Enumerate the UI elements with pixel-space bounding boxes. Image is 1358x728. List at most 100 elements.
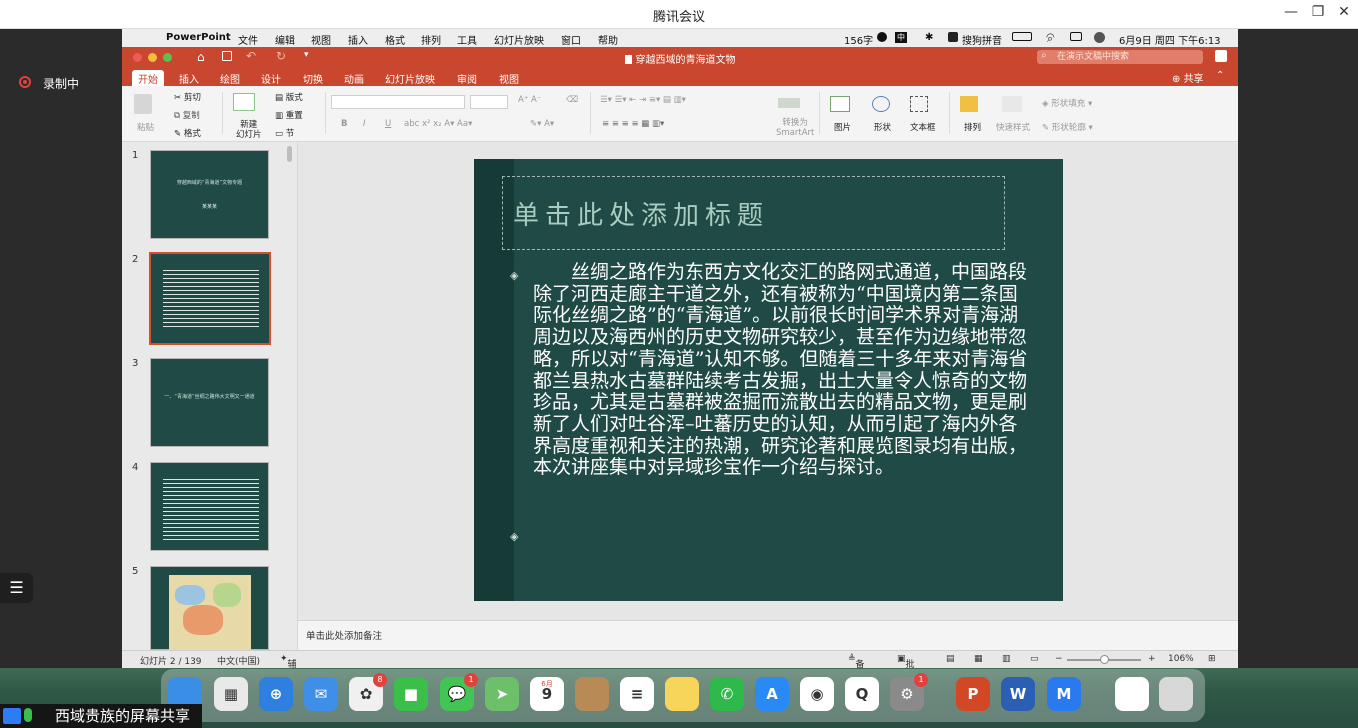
copy-button[interactable]: ⧉ 复制	[174, 109, 200, 121]
title-placeholder[interactable]: 单击此处添加标题	[502, 176, 1005, 250]
slide-thumbnail-2[interactable]	[149, 252, 271, 345]
shape-icon[interactable]	[872, 96, 890, 112]
record-icon[interactable]	[19, 76, 31, 88]
menu-window[interactable]: 窗口	[561, 32, 581, 47]
list-icon[interactable]: ☰	[0, 573, 33, 603]
control-center-icon[interactable]	[1070, 32, 1082, 41]
slide-thumbnail-3[interactable]: 一、“青海道”丝绸之路伟大文明又一通道	[150, 358, 269, 447]
wechat-icon[interactable]: ✆	[710, 677, 744, 711]
search-icon[interactable]: ⌕	[1047, 32, 1053, 46]
share-button[interactable]: ⊕ 共享	[1172, 70, 1204, 85]
notes-toggle[interactable]: ≜ 备注	[848, 654, 865, 683]
zoom-out-icon[interactable]: −	[1055, 654, 1063, 664]
mic-icon[interactable]	[24, 708, 32, 722]
slideshow-view-icon[interactable]: ▭	[1030, 654, 1039, 664]
text-effects-icons[interactable]: abc x² x₂ A▾ Aa▾	[404, 119, 472, 129]
bluetooth-icon[interactable]: ✱	[925, 32, 933, 43]
notes-pane[interactable]: 单击此处添加备注	[298, 620, 1238, 650]
restore-button[interactable]: ❐	[1308, 4, 1328, 20]
shape-outline-button[interactable]: ✎ 形状轮廓 ▾	[1042, 121, 1093, 133]
word-icon[interactable]: W	[1001, 677, 1035, 711]
siri-icon[interactable]	[1094, 32, 1105, 43]
accessibility-status[interactable]: ✦ 辅助功能: 调查	[280, 654, 300, 728]
fit-window-icon[interactable]: ⊞	[1208, 654, 1216, 664]
contacts-icon[interactable]	[575, 677, 609, 711]
mail-icon[interactable]: ✉	[304, 677, 338, 711]
tab-draw[interactable]: 绘图	[214, 70, 246, 87]
slide-title[interactable]: 单击此处添加标题	[513, 195, 769, 232]
tencent-meeting-icon[interactable]: M	[1047, 677, 1081, 711]
reminders-icon[interactable]: ≡	[620, 677, 654, 711]
textbox-icon[interactable]	[910, 96, 928, 112]
paste-icon[interactable]	[134, 94, 152, 114]
clear-format-icon[interactable]: ⌫	[566, 95, 578, 105]
align-icons[interactable]: ≡ ≡ ≡ ≡ ▦ ▥▾	[602, 119, 664, 129]
font-name-select[interactable]	[331, 95, 465, 109]
normal-view-icon[interactable]: ▤	[946, 654, 955, 664]
collapse-ribbon-icon[interactable]: ⌃	[1216, 70, 1224, 81]
menu-tools[interactable]: 工具	[457, 32, 477, 47]
cut-button[interactable]: ✂ 剪切	[174, 91, 201, 103]
new-slide-label[interactable]: 新建 幻灯片	[236, 120, 262, 140]
section-button[interactable]: ▭ 节	[275, 127, 294, 139]
notes-placeholder[interactable]: 单击此处添加备注	[306, 628, 382, 642]
quick-styles-icon[interactable]	[1002, 96, 1022, 112]
tab-view[interactable]: 视图	[493, 70, 525, 87]
quick-styles-label[interactable]: 快速样式	[996, 121, 1030, 133]
slide-thumbnail-1[interactable]: 穿越西域的“青海道”文物专题 某某某	[150, 150, 269, 239]
smartart-icon[interactable]	[778, 98, 800, 108]
appstore-icon[interactable]: A	[755, 677, 789, 711]
menu-arrange[interactable]: 排列	[421, 32, 441, 47]
close-button[interactable]: ✕	[1334, 4, 1354, 20]
bold-button[interactable]: B	[341, 119, 347, 129]
menu-slideshow[interactable]: 幻灯片放映	[494, 32, 544, 47]
facetime-icon[interactable]: ■	[394, 677, 428, 711]
menu-format[interactable]: 格式	[385, 32, 405, 47]
font-grow-icon[interactable]: A⁺ A⁻	[518, 95, 541, 105]
new-slide-icon[interactable]	[233, 93, 255, 111]
reading-view-icon[interactable]: ▥	[1002, 654, 1011, 664]
font-size-select[interactable]	[470, 95, 508, 109]
battery-icon[interactable]	[1012, 32, 1032, 41]
tab-insert[interactable]: 插入	[173, 70, 205, 87]
slide-body-text[interactable]: 丝绸之路作为东西方文化交汇的路网式通道，中国路段除了河西走廊主干道之外，还有被称…	[533, 261, 1031, 479]
datetime[interactable]: 6月9日 周四 下午6:13	[1119, 32, 1221, 47]
feedback-icon[interactable]	[1215, 50, 1227, 62]
layout-button[interactable]: ▤ 版式	[275, 91, 303, 103]
picture-label[interactable]: 图片	[834, 121, 851, 133]
arrange-icon[interactable]	[960, 96, 978, 112]
minimize-button[interactable]: —	[1281, 4, 1301, 20]
input-method[interactable]: 搜狗拼音	[962, 32, 1002, 47]
underline-button[interactable]: U	[385, 119, 391, 129]
menu-app-name[interactable]: PowerPoint	[166, 32, 231, 43]
tab-animations[interactable]: 动画	[338, 70, 370, 87]
format-painter-button[interactable]: ✎ 格式	[174, 127, 201, 139]
notes-icon[interactable]	[665, 677, 699, 711]
powerpoint-icon[interactable]: P	[956, 677, 990, 711]
preview-icon[interactable]	[1115, 677, 1149, 711]
slide[interactable]: 单击此处添加标题 ◈ 丝绸之路作为东西方文化交汇的路网式通道，中国路段除了河西走…	[474, 159, 1063, 601]
zoom-in-icon[interactable]: +	[1148, 654, 1156, 664]
chrome-icon[interactable]: ◉	[800, 677, 834, 711]
picture-icon[interactable]	[830, 96, 850, 112]
reset-button[interactable]: ▥ 重置	[275, 109, 303, 121]
language[interactable]: 中文(中国)	[217, 654, 260, 667]
list-icons[interactable]: ☰▾ ☰▾ ⇤ ⇥ ≡▾ ▤ ▥▾	[600, 95, 686, 105]
shape-fill-button[interactable]: ◈ 形状填充 ▾	[1042, 97, 1092, 109]
menu-edit[interactable]: 编辑	[275, 32, 295, 47]
maps-icon[interactable]: ➤	[485, 677, 519, 711]
trash-icon[interactable]	[1159, 677, 1193, 711]
comments-toggle[interactable]: ▣ 批注	[897, 654, 915, 683]
slide-thumbnail-5[interactable]	[150, 566, 269, 651]
launchpad-icon[interactable]: ▦	[214, 677, 248, 711]
shape-label[interactable]: 形状	[874, 121, 891, 133]
arrange-label[interactable]: 排列	[964, 121, 981, 133]
menu-file[interactable]: 文件	[238, 32, 258, 47]
tab-home[interactable]: 开始	[132, 70, 164, 86]
menu-insert[interactable]: 插入	[348, 32, 368, 47]
safari-icon[interactable]: ⊕	[259, 677, 293, 711]
menu-view[interactable]: 视图	[311, 32, 331, 47]
sorter-view-icon[interactable]: ▦	[974, 654, 983, 664]
italic-button[interactable]: I	[363, 119, 366, 129]
slide-thumbnail-4[interactable]	[150, 462, 269, 551]
